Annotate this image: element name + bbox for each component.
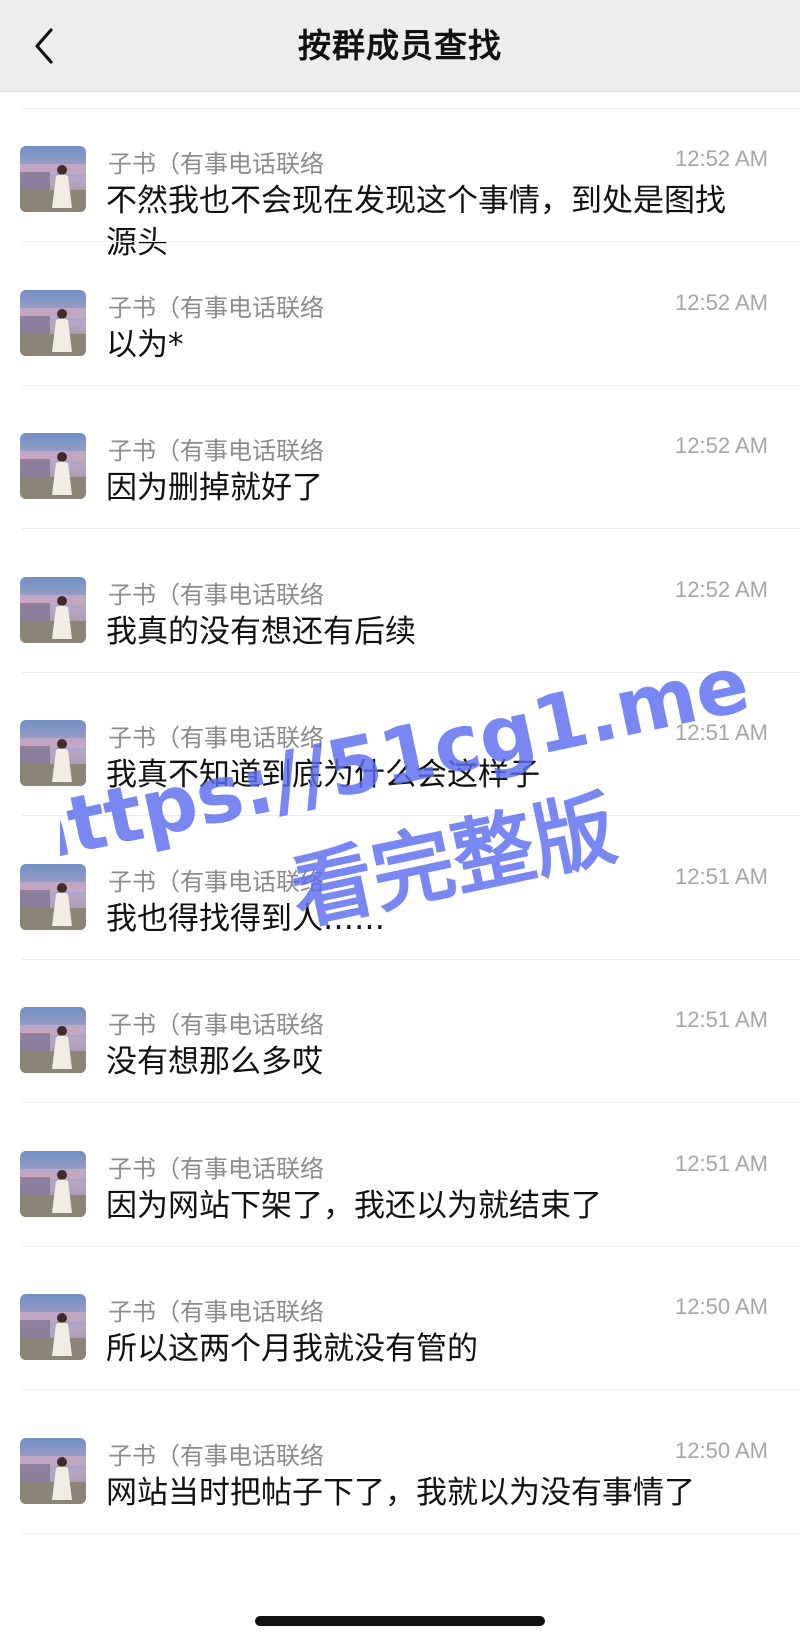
page-title: 按群成员查找 xyxy=(298,26,502,65)
message-result-item[interactable]: 子书（有事电话联络 12:52 AM 因为删掉就好了 xyxy=(0,379,800,529)
avatar xyxy=(20,1150,86,1217)
divider xyxy=(22,1532,800,1534)
message-result-item[interactable]: 子书（有事电话联络 12:51 AM 因为网站下架了，我还以为就结束了 xyxy=(0,1097,800,1247)
back-button[interactable] xyxy=(22,18,66,74)
message-text: 我真不知道到底为什么会这样子 xyxy=(106,757,540,793)
home-indicator[interactable] xyxy=(255,1616,545,1626)
message-time: 12:51 AM xyxy=(675,1150,768,1176)
message-time: 12:52 AM xyxy=(675,576,768,602)
message-result-item[interactable]: 子书（有事电话联络 12:52 AM 我真的没有想还有后续 xyxy=(0,523,800,673)
message-text: 我真的没有想还有后续 xyxy=(106,613,416,650)
sender-name: 子书（有事电话联络 xyxy=(108,150,324,178)
message-text: 我也得找得到人…… xyxy=(106,900,385,937)
message-text: 因为网站下架了，我还以为就结束了 xyxy=(106,1187,602,1224)
message-text: 没有想那么多哎 xyxy=(106,1044,323,1080)
avatar xyxy=(20,1437,86,1504)
message-result-item[interactable]: 子书（有事电话联络 12:50 AM 所以这两个月我就没有管的 xyxy=(0,1240,800,1390)
message-text: 因为删掉就好了 xyxy=(106,470,323,506)
message-time: 12:51 AM xyxy=(675,1007,768,1032)
avatar xyxy=(20,146,86,212)
nav-bar: 按群成员查找 xyxy=(0,0,800,92)
message-result-item[interactable]: 子书（有事电话联络 12:50 AM 网站当时把帖子下了，我就以为没有事情了 xyxy=(0,1384,800,1534)
chevron-left-icon xyxy=(35,28,53,64)
message-result-item[interactable]: 子书（有事电话联络 12:51 AM 我也得找得到人…… xyxy=(0,810,800,960)
message-text: 网站当时把帖子下了，我就以为没有事情了 xyxy=(106,1474,695,1511)
avatar xyxy=(20,1007,86,1073)
avatar xyxy=(20,576,86,643)
avatar xyxy=(20,1294,86,1360)
message-result-item[interactable]: 子书（有事电话联络 12:52 AM 不然我也不会现在发现这个事情，到处是图找源头 xyxy=(0,92,800,261)
message-time: 12:52 AM xyxy=(675,146,768,171)
message-result-item[interactable]: 子书（有事电话联络 12:51 AM 没有想那么多哎 xyxy=(0,953,800,1103)
message-text: 所以这两个月我就没有管的 xyxy=(106,1331,478,1367)
sender-name: 子书（有事电话联络 xyxy=(108,580,324,609)
sender-name: 子书（有事电话联络 xyxy=(108,1154,324,1183)
message-time: 12:52 AM xyxy=(675,289,768,315)
sender-name: 子书（有事电话联络 xyxy=(108,293,324,322)
sender-name: 子书（有事电话联络 xyxy=(108,1011,324,1039)
message-result-item[interactable]: 子书（有事电话联络 12:52 AM 以为* xyxy=(0,236,800,386)
sender-name: 子书（有事电话联络 xyxy=(108,437,324,465)
sender-name: 子书（有事电话联络 xyxy=(108,1298,324,1326)
message-result-item[interactable]: 子书（有事电话联络 12:51 AM 我真不知道到底为什么会这样子 xyxy=(0,666,800,816)
message-time: 12:51 AM xyxy=(675,720,768,745)
sender-name: 子书（有事电话联络 xyxy=(108,867,324,896)
avatar xyxy=(20,720,86,786)
message-time: 12:52 AM xyxy=(675,433,768,458)
sender-name: 子书（有事电话联络 xyxy=(108,1441,324,1470)
avatar xyxy=(20,289,86,356)
message-time: 12:50 AM xyxy=(675,1437,768,1463)
message-time: 12:50 AM xyxy=(675,1294,768,1319)
message-text: 以为* xyxy=(106,326,184,363)
message-time: 12:51 AM xyxy=(675,863,768,889)
avatar xyxy=(20,863,86,930)
sender-name: 子书（有事电话联络 xyxy=(108,724,324,752)
avatar xyxy=(20,433,86,499)
